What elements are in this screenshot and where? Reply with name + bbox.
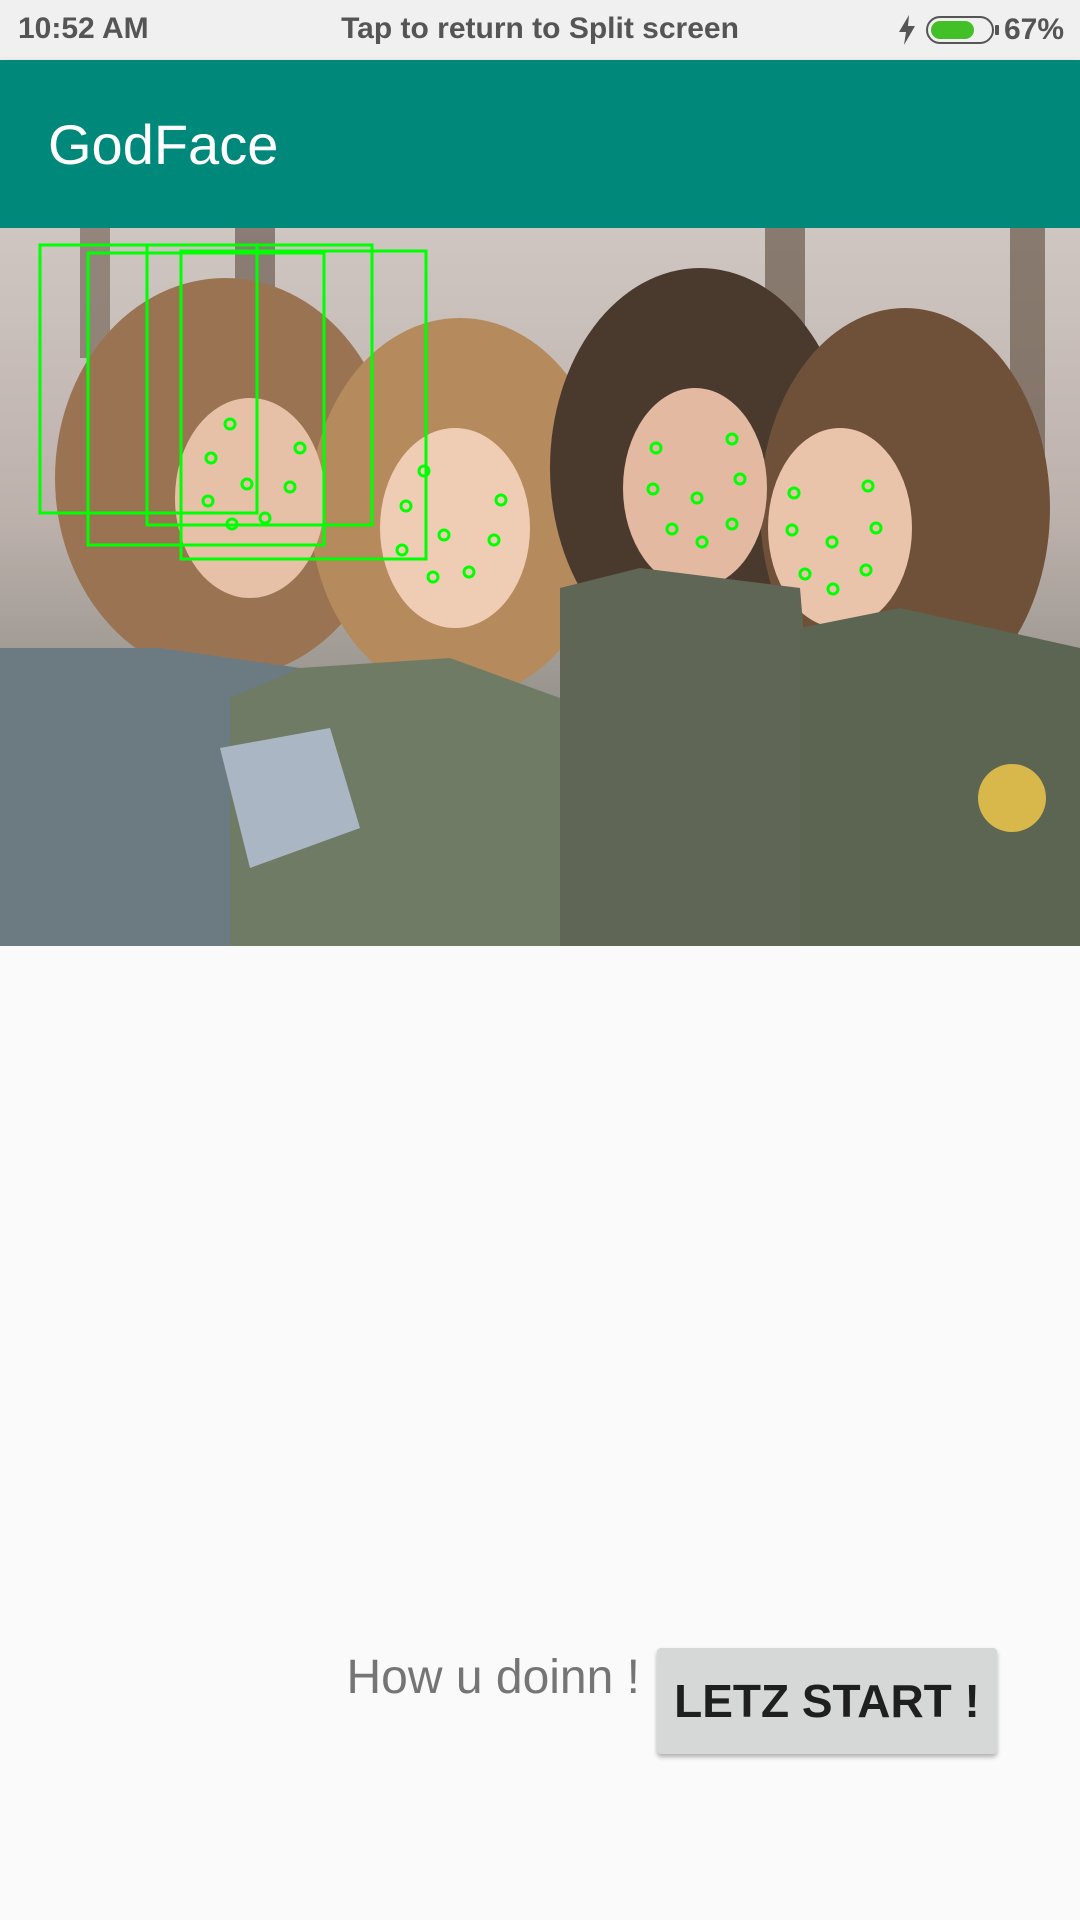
face-detection-photo bbox=[0, 228, 1080, 946]
greeting-text: How u doinn ! bbox=[346, 1651, 640, 1704]
battery-icon bbox=[925, 16, 999, 44]
start-button[interactable]: LETZ START ! bbox=[657, 1648, 997, 1754]
app-bar: GodFace bbox=[0, 60, 1080, 228]
app-title: GodFace bbox=[48, 113, 279, 176]
bolt-icon bbox=[898, 15, 915, 45]
photo-illustration bbox=[0, 228, 1080, 946]
battery-fill bbox=[930, 21, 974, 39]
battery-percent: 67% bbox=[1003, 13, 1064, 46]
status-bar: 10:52 AM Tap to return to Split screen 6… bbox=[0, 0, 1080, 60]
status-right-group: 67% bbox=[898, 12, 1064, 48]
